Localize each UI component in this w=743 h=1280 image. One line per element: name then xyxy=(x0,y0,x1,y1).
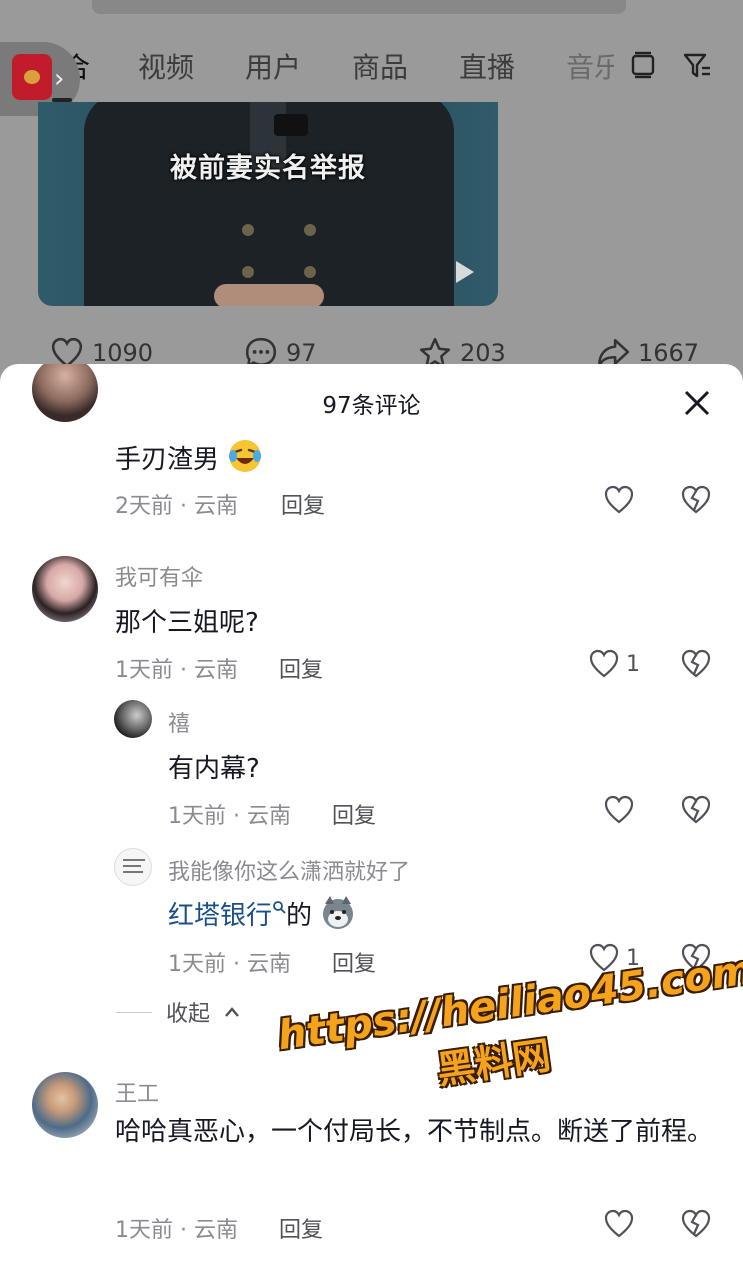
like-count: 1090 xyxy=(92,339,154,367)
like-button[interactable] xyxy=(603,794,635,826)
broken-heart-icon xyxy=(681,649,711,678)
reply-button[interactable]: 回复 xyxy=(332,946,376,978)
comment-username[interactable]: 我能像你这么潇洒就好了 xyxy=(168,854,410,886)
tab-video[interactable]: 视频 xyxy=(138,46,194,86)
avatar[interactable] xyxy=(114,700,152,738)
comment-text: 哈哈真恶心，一个付局长，不节制点。断送了前程。 xyxy=(115,1117,714,1147)
divider xyxy=(116,1011,152,1013)
like-button[interactable]: 1 xyxy=(588,648,640,680)
broken-heart-icon xyxy=(681,795,711,824)
reply-button[interactable]: 回复 xyxy=(281,488,325,520)
tab-product[interactable]: 商品 xyxy=(352,46,408,86)
collapse-replies-button[interactable]: 收起 xyxy=(116,996,240,1028)
video-thumbnail[interactable]: 被前妻实名举报 xyxy=(38,102,498,306)
reply-button[interactable]: 回复 xyxy=(279,1212,323,1244)
chevron-right-icon: › xyxy=(54,64,65,94)
background-page: 综合 视频 用户 商品 直播 音乐 › 被前妻实名举报 xyxy=(0,0,743,400)
avatar[interactable] xyxy=(32,556,98,622)
jacket-button xyxy=(242,266,254,278)
layout-toggle-icon[interactable] xyxy=(628,50,658,80)
comment-meta: 1天前 · 云南 xyxy=(168,804,291,829)
search-link[interactable]: 红塔银行 xyxy=(168,901,286,931)
search-bar[interactable] xyxy=(92,0,626,14)
laughing-crying-emoji-icon xyxy=(229,440,262,472)
lapel-mic xyxy=(274,114,308,136)
tab-live[interactable]: 直播 xyxy=(459,46,515,86)
broken-heart-icon xyxy=(681,485,711,514)
heart-icon xyxy=(589,649,619,678)
comment-text: 有内幕? xyxy=(168,754,260,784)
comment-username[interactable]: 禧 xyxy=(168,706,190,738)
dislike-button[interactable] xyxy=(680,648,712,684)
reply-button[interactable]: 回复 xyxy=(279,652,323,684)
comment-meta: 2天前 · 云南 xyxy=(115,494,238,519)
like-count: 1 xyxy=(626,651,640,677)
jacket-button xyxy=(242,224,254,236)
search-icon xyxy=(273,901,286,914)
comment-username[interactable]: 我可有伞 xyxy=(115,560,203,592)
dislike-button[interactable] xyxy=(680,1208,712,1244)
dislike-button[interactable] xyxy=(680,484,712,520)
comment-count: 97 xyxy=(286,339,317,367)
comment-text: 那个三姐呢? xyxy=(115,608,259,638)
link-text: 红塔银行 xyxy=(168,901,273,931)
comment-text: 手刃渣男 xyxy=(115,438,263,476)
chevron-up-icon xyxy=(225,1007,239,1017)
avatar[interactable] xyxy=(32,1072,98,1138)
tab-music[interactable]: 音乐 xyxy=(566,46,614,86)
like-button[interactable] xyxy=(603,484,635,516)
comment-text-content: 的 xyxy=(286,901,313,931)
video-caption: 被前妻实名举报 xyxy=(170,153,366,184)
comment-username[interactable]: 王工 xyxy=(115,1076,159,1108)
jacket-button xyxy=(304,224,316,236)
jacket-button xyxy=(304,266,316,278)
play-icon xyxy=(456,261,474,283)
hands xyxy=(214,284,324,306)
favorite-count: 203 xyxy=(460,339,506,367)
reply-button[interactable]: 回复 xyxy=(332,798,376,830)
comment-text-content: 手刃渣男 xyxy=(115,445,220,475)
avatar[interactable] xyxy=(114,848,152,886)
broken-heart-icon xyxy=(681,1209,711,1238)
heart-icon xyxy=(604,795,634,824)
red-envelope-icon xyxy=(12,54,52,100)
comment-meta: 1天前 · 云南 xyxy=(168,952,291,977)
husky-emoji-icon xyxy=(323,896,354,929)
comment-sheet-title: 97条评论 xyxy=(322,393,421,419)
comment-meta: 1天前 · 云南 xyxy=(115,658,238,683)
close-icon[interactable] xyxy=(680,386,714,420)
collapse-label: 收起 xyxy=(166,1002,211,1027)
heart-icon xyxy=(604,1209,634,1238)
comment-meta: 1天前 · 云南 xyxy=(115,1218,238,1243)
tab-user[interactable]: 用户 xyxy=(245,46,301,86)
dislike-button[interactable] xyxy=(680,794,712,830)
comment-text: 红塔银行的 xyxy=(168,894,356,932)
watermark: https://heiliao45.com 黑料网 xyxy=(275,947,743,1115)
heart-icon xyxy=(604,485,634,514)
filter-icon[interactable] xyxy=(682,50,712,80)
share-count: 1667 xyxy=(638,339,700,367)
comment-sheet: 97条评论 手刃渣男 2天前 · 云南 回复 我可有伞 那个三姐呢? 1天前 ·… xyxy=(0,364,743,1280)
like-button[interactable] xyxy=(603,1208,635,1240)
